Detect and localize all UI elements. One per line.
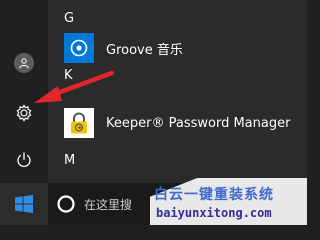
user-avatar-icon (14, 53, 34, 73)
cortana-icon (57, 195, 75, 213)
section-letter-m[interactable]: M (64, 153, 75, 168)
search-placeholder: 在这里搜 (84, 198, 133, 212)
keeper-tile (64, 108, 94, 138)
watermark-url: baiyunxitong.com (156, 206, 272, 220)
keeper-lock-icon (71, 112, 87, 134)
section-letter-g[interactable]: G (64, 11, 74, 26)
start-menu: G Groove 音乐 K Keeper® Password Manager M (0, 0, 307, 183)
start-menu-rail (0, 0, 48, 183)
app-label-groove-music: Groove 音乐 (106, 42, 183, 58)
user-account-button[interactable] (7, 48, 41, 78)
app-item-groove-music[interactable]: Groove 音乐 (64, 33, 183, 63)
windows-logo-icon (15, 195, 33, 213)
app-label-keeper: Keeper® Password Manager (106, 115, 291, 131)
app-item-keeper[interactable]: Keeper® Password Manager (64, 108, 290, 138)
power-button[interactable] (7, 145, 41, 175)
settings-button[interactable] (7, 98, 41, 128)
start-button[interactable] (0, 183, 48, 225)
power-icon (17, 152, 31, 167)
groove-music-tile (64, 33, 94, 63)
section-letter-k[interactable]: K (64, 68, 73, 83)
watermark-title: 白云一键重装系统 (154, 187, 274, 203)
settings-gear-icon (16, 104, 32, 122)
watermark-logo: 白云一键重装系统 baiyunxitong.com (150, 178, 307, 225)
groove-music-icon (70, 39, 88, 57)
